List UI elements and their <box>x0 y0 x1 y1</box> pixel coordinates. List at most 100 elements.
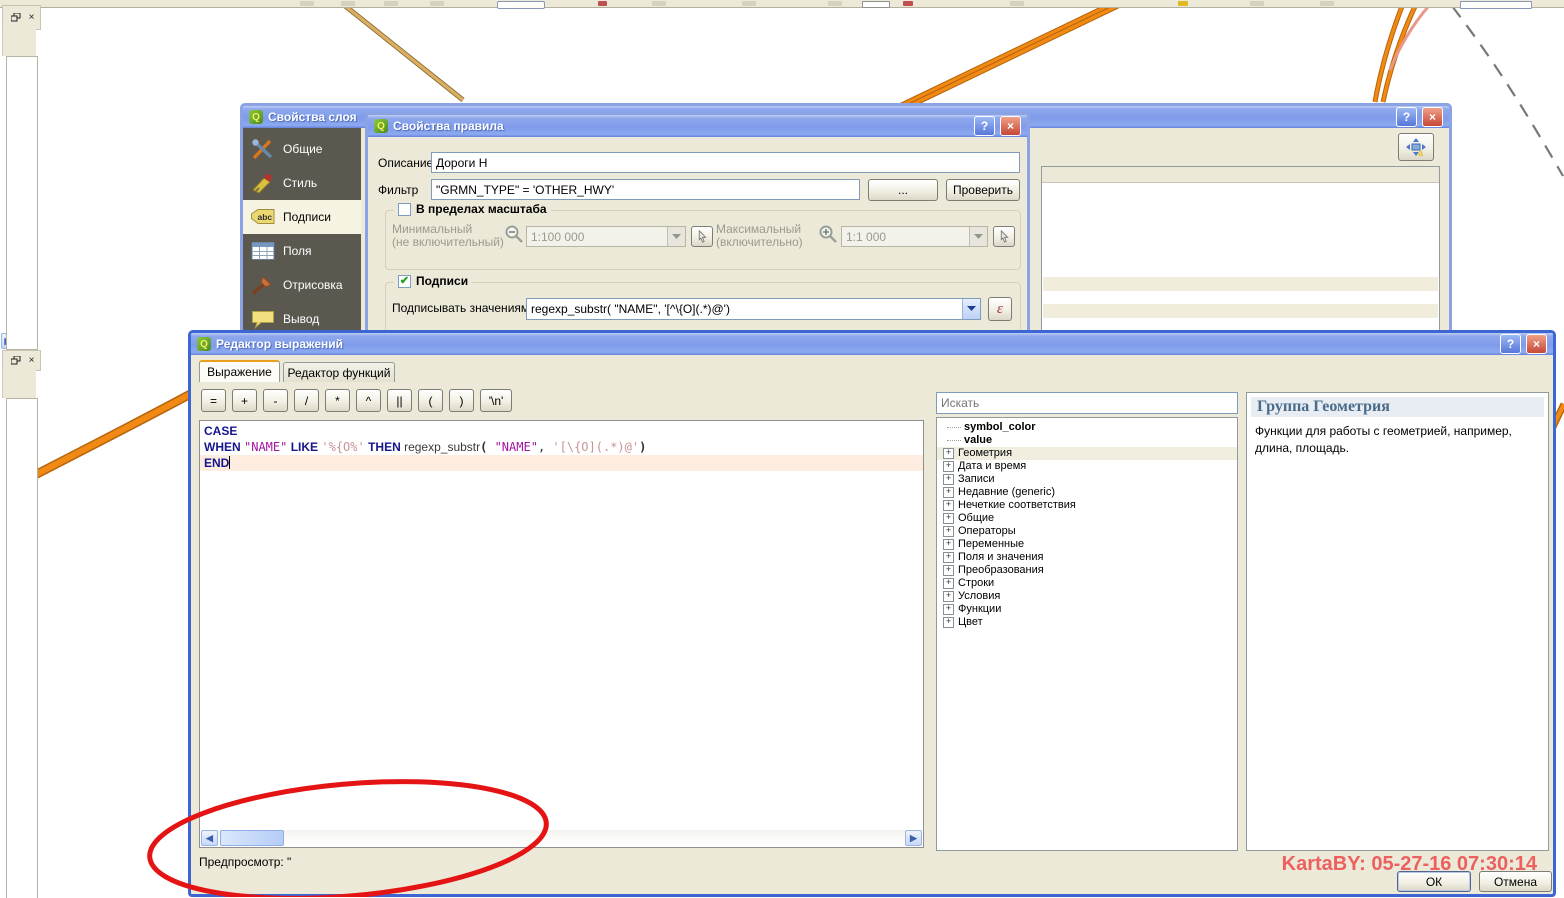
help-icon[interactable]: ? <box>1500 334 1521 354</box>
expand-plus-icon[interactable]: + <box>943 500 954 511</box>
operator-button[interactable]: + <box>232 389 257 412</box>
chevron-down-icon <box>962 299 980 319</box>
operator-button[interactable]: - <box>263 389 288 412</box>
tree-group[interactable]: +Поля и значения <box>937 551 1237 564</box>
set-min-from-canvas-button <box>691 226 713 247</box>
rule-row[interactable] <box>1043 277 1438 291</box>
top-toolbar-clipped <box>0 0 1564 8</box>
dock-panel-header-bottom[interactable]: × <box>2 350 41 371</box>
tree-group[interactable]: +Недавние (generic) <box>937 486 1237 499</box>
expression-dialog-button[interactable]: ε <box>988 297 1012 321</box>
expand-plus-icon[interactable]: + <box>943 526 954 537</box>
close-icon[interactable]: × <box>1422 107 1443 127</box>
tree-item-value[interactable]: value <box>937 434 1237 447</box>
sidebar-item-labels[interactable]: abcПодписи <box>243 200 361 234</box>
tree-group[interactable]: +Условия <box>937 590 1237 603</box>
sidebar-item-fields[interactable]: Поля <box>243 234 361 268</box>
expression-code-area[interactable]: CASEWHEN "NAME" LIKE '%{O%' THEN regexp_… <box>199 420 924 848</box>
expand-plus-icon[interactable]: + <box>943 487 954 498</box>
tab-expression[interactable]: Выражение <box>199 360 280 382</box>
expand-plus-icon[interactable]: + <box>943 591 954 602</box>
operator-button[interactable]: ( <box>418 389 443 412</box>
help-icon[interactable]: ? <box>1396 107 1417 127</box>
tree-item-symbol_color[interactable]: symbol_color <box>937 421 1237 434</box>
float-panel-icon[interactable] <box>9 12 22 24</box>
labels-checkbox[interactable]: ✔ <box>398 275 411 288</box>
functions-tree[interactable]: symbol_colorvalue+Геометрия+Дата и время… <box>936 417 1238 851</box>
tab-function-editor[interactable]: Редактор функций <box>283 362 395 382</box>
help-icon[interactable]: ? <box>974 116 995 136</box>
tree-group[interactable]: +Геометрия <box>937 447 1237 460</box>
expand-plus-icon[interactable]: + <box>943 461 954 472</box>
scroll-left-icon[interactable]: ◀ <box>201 830 218 846</box>
operator-button[interactable]: ^ <box>356 389 381 412</box>
close-icon[interactable]: × <box>1000 116 1021 136</box>
operator-button[interactable]: / <box>294 389 319 412</box>
filter-input[interactable]: "GRMN_TYPE" = 'OTHER_HWY' <box>431 179 860 200</box>
max-scale-combo: 1:1 000 <box>841 226 988 247</box>
expand-plus-icon[interactable]: + <box>943 617 954 628</box>
close-panel-icon[interactable]: × <box>25 355 38 367</box>
qgis-icon: Q <box>374 119 388 133</box>
label-expression-combo[interactable]: regexp_substr( "NAME", '[^\{O](.*)@') <box>526 298 981 320</box>
code-line[interactable]: WHEN "NAME" LIKE '%{O%' THEN regexp_subs… <box>200 439 923 455</box>
description-label: Описание <box>378 156 433 170</box>
rule-properties-titlebar[interactable]: Q Свойства правила ? × <box>368 115 1027 137</box>
expand-plus-icon[interactable]: + <box>943 578 954 589</box>
operator-button[interactable]: '\n' <box>480 389 512 412</box>
expand-plus-icon[interactable]: + <box>943 552 954 563</box>
expression-code: CASEWHEN "NAME" LIKE '%{O%' THEN regexp_… <box>200 421 923 471</box>
tree-group[interactable]: +Переменные <box>937 538 1237 551</box>
expand-plus-icon[interactable]: + <box>943 513 954 524</box>
sidebar-item-style[interactable]: Стиль <box>243 166 361 200</box>
scroll-right-icon[interactable]: ▶ <box>905 830 922 846</box>
tree-group[interactable]: +Записи <box>937 473 1237 486</box>
tree-group[interactable]: +Нечеткие соответствия <box>937 499 1237 512</box>
close-panel-icon[interactable]: × <box>25 12 38 24</box>
operator-button[interactable]: ) <box>449 389 474 412</box>
operator-button[interactable]: || <box>387 389 412 412</box>
tree-group[interactable]: +Цвет <box>937 616 1237 629</box>
expand-plus-icon[interactable]: + <box>943 474 954 485</box>
code-line[interactable]: END <box>200 455 923 471</box>
tree-group[interactable]: +Общие <box>937 512 1237 525</box>
sidebar-item-general[interactable]: Общие <box>243 132 361 166</box>
search-input[interactable] <box>936 392 1238 414</box>
watermark: KartaBY: 05-27-16 07:30:14 <box>1282 853 1537 876</box>
layers-panel-empty <box>6 56 38 350</box>
cursor-icon <box>696 230 709 243</box>
expand-plus-icon[interactable]: + <box>943 604 954 615</box>
expand-plus-icon[interactable]: + <box>943 565 954 576</box>
expression-builder-button[interactable]: ... <box>868 179 938 201</box>
description-input[interactable]: Дороги Н <box>431 152 1020 173</box>
tree-group[interactable]: +Операторы <box>937 525 1237 538</box>
expand-plus-icon[interactable]: + <box>943 539 954 550</box>
tree-group[interactable]: +Функции <box>937 603 1237 616</box>
labeling-icon: a <box>1404 136 1428 158</box>
rule-properties-title: Свойства правила <box>393 119 969 133</box>
preview-label: Предпросмотр: " <box>199 855 291 869</box>
test-filter-button[interactable]: Проверить <box>946 179 1020 201</box>
svg-text:a: a <box>1418 148 1424 158</box>
qgis-icon: Q <box>197 337 211 351</box>
float-panel-icon[interactable] <box>9 355 22 367</box>
tree-group[interactable]: +Строки <box>937 577 1237 590</box>
scrollbar-thumb[interactable] <box>220 830 284 846</box>
expression-editor-titlebar[interactable]: Q Редактор выражений ? × <box>191 333 1553 355</box>
labeling-tool-button[interactable]: a <box>1398 133 1434 161</box>
scale-range-checkbox[interactable] <box>398 203 411 216</box>
dock-panel-header-top[interactable]: × <box>2 5 41 30</box>
sidebar-item-label: Стиль <box>283 176 317 190</box>
operator-button[interactable]: * <box>325 389 350 412</box>
close-icon[interactable]: × <box>1526 334 1547 354</box>
horizontal-scrollbar[interactable]: ◀ ▶ <box>201 830 922 846</box>
rule-row[interactable] <box>1043 304 1438 318</box>
sidebar-item-label: Отрисовка <box>283 278 343 292</box>
tree-group[interactable]: +Преобразования <box>937 564 1237 577</box>
sidebar-item-label: Поля <box>283 244 312 258</box>
operator-button[interactable]: = <box>201 389 226 412</box>
expand-plus-icon[interactable]: + <box>943 448 954 459</box>
sidebar-item-rendering[interactable]: Отрисовка <box>243 268 361 302</box>
tree-group[interactable]: +Дата и время <box>937 460 1237 473</box>
code-line[interactable]: CASE <box>200 423 923 439</box>
